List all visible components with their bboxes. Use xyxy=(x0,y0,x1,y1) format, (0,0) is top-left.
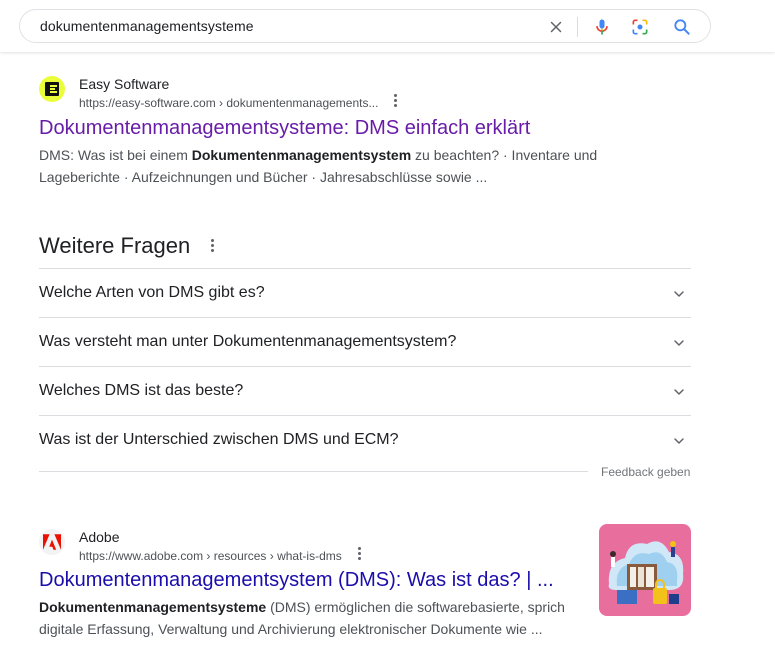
search-input[interactable]: dokumentenmanagementsysteme xyxy=(40,18,254,34)
search-box[interactable]: dokumentenmanagementsysteme xyxy=(19,9,711,43)
lens-icon[interactable] xyxy=(630,17,650,37)
result-url[interactable]: https://www.adobe.com › resources › what… xyxy=(79,549,342,563)
result-url[interactable]: https://easy-software.com › dokumentenma… xyxy=(79,96,378,110)
result-site-name[interactable]: Adobe xyxy=(79,529,119,545)
search-header: dokumentenmanagementsysteme xyxy=(0,0,775,52)
more-vert-icon[interactable] xyxy=(357,547,361,561)
dms-illustration-image xyxy=(599,524,691,616)
paa-heading: Weitere Fragen xyxy=(39,233,191,258)
chevron-down-icon xyxy=(674,389,684,395)
adobe-favicon xyxy=(39,529,65,555)
paa-question-text: Welches DMS ist das beste? xyxy=(39,382,244,399)
search-result-easy-software: Easy Software https://easy-software.com … xyxy=(39,76,699,191)
chevron-down-icon xyxy=(674,438,684,444)
easy-software-favicon xyxy=(39,76,65,102)
search-icon[interactable] xyxy=(672,17,692,37)
chevron-down-icon xyxy=(674,291,684,297)
snippet-line: Lageberichte · Aufzeichnungen und Bücher… xyxy=(39,169,488,185)
paa-question[interactable]: Was versteht man unter Dokumentenmanagem… xyxy=(39,317,691,366)
clear-icon[interactable] xyxy=(547,18,565,36)
more-vert-icon[interactable] xyxy=(210,239,214,253)
paa-question[interactable]: Was ist der Unterschied zwischen DMS und… xyxy=(39,415,691,464)
paa-question[interactable]: Welches DMS ist das beste? xyxy=(39,366,691,415)
paa-question[interactable]: Welche Arten von DMS gibt es? xyxy=(39,268,691,317)
snippet-bold: Dokumentenmanagementsystem xyxy=(191,147,412,163)
adobe-logo-icon xyxy=(43,534,61,550)
search-divider xyxy=(577,17,578,37)
more-vert-icon[interactable] xyxy=(393,94,397,108)
snippet-text: zu beachten? · Inventare und xyxy=(411,147,598,163)
snippet-text: (DMS) ermöglichen die softwarebasierte, … xyxy=(266,599,565,615)
feedback-link[interactable]: Feedback geben xyxy=(601,465,690,479)
easy-logo-icon xyxy=(45,82,59,96)
chevron-down-icon xyxy=(674,340,684,346)
result-snippet: Dokumentenmanagementsysteme (DMS) ermögl… xyxy=(39,596,565,640)
snippet-line: digitale Erfassung, Verwaltung und Archi… xyxy=(39,621,543,637)
paa-question-text: Was ist der Unterschied zwischen DMS und… xyxy=(39,431,399,448)
snippet-text: DMS: Was ist bei einem xyxy=(39,147,192,163)
result-snippet: DMS: Was ist bei einem Dokumentenmanagem… xyxy=(39,144,597,188)
search-result-adobe: Adobe https://www.adobe.com › resources … xyxy=(39,529,599,649)
mic-icon[interactable] xyxy=(592,17,612,37)
result-title-link[interactable]: Dokumentenmanagementsystem (DMS): Was is… xyxy=(39,569,554,592)
result-site-name[interactable]: Easy Software xyxy=(79,76,169,92)
result-thumbnail[interactable] xyxy=(599,524,691,616)
paa-question-text: Was versteht man unter Dokumentenmanagem… xyxy=(39,333,457,350)
result-title-link[interactable]: Dokumentenmanagementsysteme: DMS einfach… xyxy=(39,117,530,140)
paa-list: Welche Arten von DMS gibt es? Was verste… xyxy=(39,268,691,464)
paa-question-text: Welche Arten von DMS gibt es? xyxy=(39,284,265,301)
paa-divider xyxy=(39,471,588,472)
snippet-bold: Dokumentenmanagementsysteme xyxy=(39,599,267,615)
